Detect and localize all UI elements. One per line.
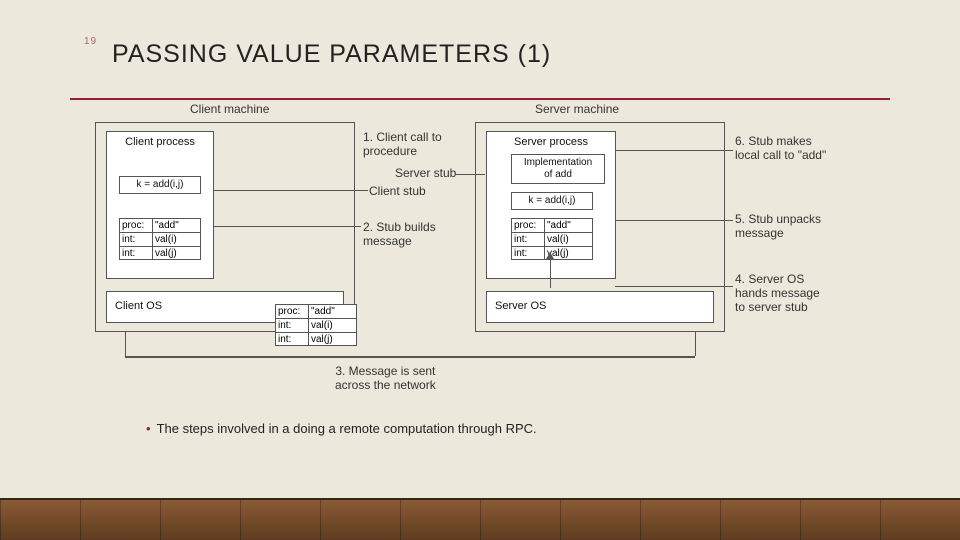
client-process-box: Client process k = add(i,j) proc:"add" i… — [106, 131, 214, 279]
client-msg-box: proc:"add" int:val(i) int:val(j) — [119, 218, 201, 260]
bullet-caption: •The steps involved in a doing a remote … — [146, 420, 537, 439]
wood-floor-decoration — [0, 498, 960, 540]
label-server-stub: Server stub — [395, 166, 456, 180]
step2: 2. Stub builds message — [363, 220, 436, 248]
label-client-stub: Client stub — [369, 184, 426, 198]
client-call-box: k = add(i,j) — [119, 176, 201, 194]
page-number: 19 — [84, 36, 97, 47]
client-machine-box: Client process k = add(i,j) proc:"add" i… — [95, 122, 355, 332]
step1: 1. Client call to procedure — [363, 130, 442, 158]
page-title: PASSING VALUE PARAMETERS (1) — [112, 40, 551, 69]
server-os-box: Server OS — [486, 291, 714, 323]
label-server-process: Server process — [487, 132, 615, 149]
impl-box: Implementation of add — [511, 154, 605, 184]
step6: 6. Stub makes local call to "add" — [735, 134, 826, 162]
bullet-dot-icon: • — [146, 421, 151, 436]
server-call-box: k = add(i,j) — [511, 192, 593, 210]
label-server-machine: Server machine — [535, 102, 619, 116]
rpc-diagram: Client machine Server machine Client pro… — [95, 108, 865, 400]
label-client-machine: Client machine — [190, 102, 269, 116]
step5: 5. Stub unpacks message — [735, 212, 821, 240]
step4: 4. Server OS hands message to server stu… — [735, 272, 820, 314]
label-client-process: Client process — [107, 132, 213, 149]
transit-msg-box: proc:"add" int:val(i) int:val(j) — [275, 304, 357, 346]
server-machine-box: Server process Implementation of add k =… — [475, 122, 725, 332]
title-underline — [70, 98, 890, 100]
step3: 3. Message is sent across the network — [335, 364, 436, 392]
network-line — [125, 356, 695, 358]
arrow-up-icon — [546, 252, 554, 259]
